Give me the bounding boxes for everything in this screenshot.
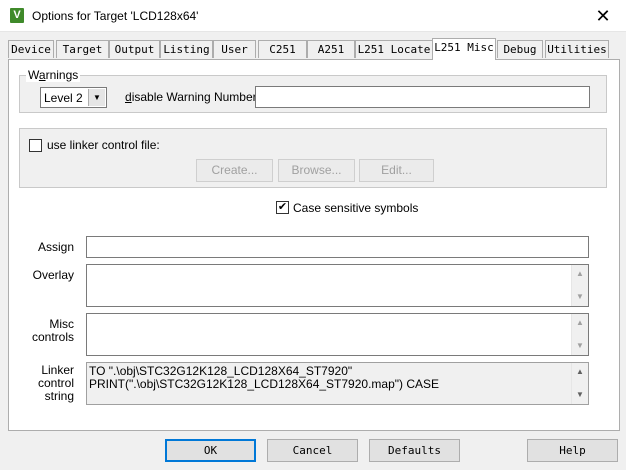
tab-c251[interactable]: C251 bbox=[258, 40, 307, 58]
scroll-down-icon[interactable]: ▼ bbox=[572, 290, 588, 304]
overlay-label: Overlay bbox=[32, 268, 74, 282]
case-sensitive-label: Case sensitive symbols bbox=[293, 201, 419, 215]
tab-strip: Device Target Output Listing User C251 A… bbox=[8, 38, 620, 60]
misc-controls-label: Misc controls bbox=[31, 317, 74, 344]
title-bar: V Options for Target 'LCD128x64' ✕ bbox=[0, 0, 626, 32]
warning-level-select[interactable]: Level 2 ▼ bbox=[40, 87, 107, 108]
scroll-down-icon[interactable]: ▼ bbox=[572, 388, 588, 402]
overlay-textarea[interactable]: ▲ ▼ bbox=[86, 264, 589, 307]
chevron-down-icon[interactable]: ▼ bbox=[88, 89, 105, 106]
linker-file-group: use linker control file: Create... Brows… bbox=[19, 128, 607, 188]
warnings-legend: Warnings bbox=[26, 68, 81, 82]
edit-button[interactable]: Edit... bbox=[359, 159, 434, 182]
tab-utilities[interactable]: Utilities bbox=[545, 40, 609, 58]
tab-device[interactable]: Device bbox=[8, 40, 54, 58]
keil-app-icon: V bbox=[10, 8, 24, 23]
defaults-button[interactable]: Defaults bbox=[369, 439, 460, 462]
scroll-up-icon[interactable]: ▲ bbox=[572, 316, 588, 330]
ok-button[interactable]: OK bbox=[165, 439, 256, 462]
tab-output[interactable]: Output bbox=[109, 40, 160, 58]
close-icon[interactable]: ✕ bbox=[580, 0, 626, 32]
use-linker-file-label: use linker control file: bbox=[47, 138, 160, 152]
warning-level-value: Level 2 bbox=[44, 91, 83, 105]
tab-l251-misc[interactable]: L251 Misc bbox=[432, 38, 496, 60]
window-title: Options for Target 'LCD128x64' bbox=[32, 9, 199, 23]
scroll-up-icon[interactable]: ▲ bbox=[572, 267, 588, 281]
scroll-down-icon[interactable]: ▼ bbox=[572, 339, 588, 353]
misc-controls-textarea[interactable]: ▲ ▼ bbox=[86, 313, 589, 356]
tab-a251[interactable]: A251 bbox=[307, 40, 355, 58]
linker-string-scrollbar[interactable]: ▲ ▼ bbox=[571, 363, 588, 404]
linker-control-string-textarea[interactable]: TO ".\obj\STC32G12K128_LCD128X64_ST7920"… bbox=[86, 362, 589, 405]
browse-button[interactable]: Browse... bbox=[278, 159, 355, 182]
tab-listing[interactable]: Listing bbox=[160, 40, 213, 58]
create-button[interactable]: Create... bbox=[196, 159, 273, 182]
overlay-scrollbar[interactable]: ▲ ▼ bbox=[571, 265, 588, 306]
scroll-up-icon[interactable]: ▲ bbox=[572, 365, 588, 379]
linker-control-string-label: Linker control string bbox=[37, 363, 74, 403]
use-linker-file-checkbox[interactable] bbox=[29, 139, 42, 152]
warnings-group: Warnings Level 2 ▼ disable Warning Numbe… bbox=[19, 68, 607, 113]
tab-target[interactable]: Target bbox=[56, 40, 109, 58]
tab-content-l251-misc: Warnings Level 2 ▼ disable Warning Numbe… bbox=[8, 59, 620, 431]
disable-warnings-label: disable Warning Numbers: bbox=[125, 90, 266, 104]
disable-warnings-input[interactable] bbox=[255, 86, 590, 108]
assign-label: Assign bbox=[37, 240, 74, 254]
tab-l251-locate[interactable]: L251 Locate bbox=[355, 40, 433, 58]
help-button[interactable]: Help bbox=[527, 439, 618, 462]
tab-debug[interactable]: Debug bbox=[497, 40, 543, 58]
case-sensitive-checkbox[interactable]: ✔ bbox=[276, 201, 289, 214]
assign-input[interactable] bbox=[86, 236, 589, 258]
cancel-button[interactable]: Cancel bbox=[267, 439, 358, 462]
misc-scrollbar[interactable]: ▲ ▼ bbox=[571, 314, 588, 355]
tab-user[interactable]: User bbox=[213, 40, 256, 58]
linker-control-string-value: TO ".\obj\STC32G12K128_LCD128X64_ST7920"… bbox=[89, 364, 440, 391]
